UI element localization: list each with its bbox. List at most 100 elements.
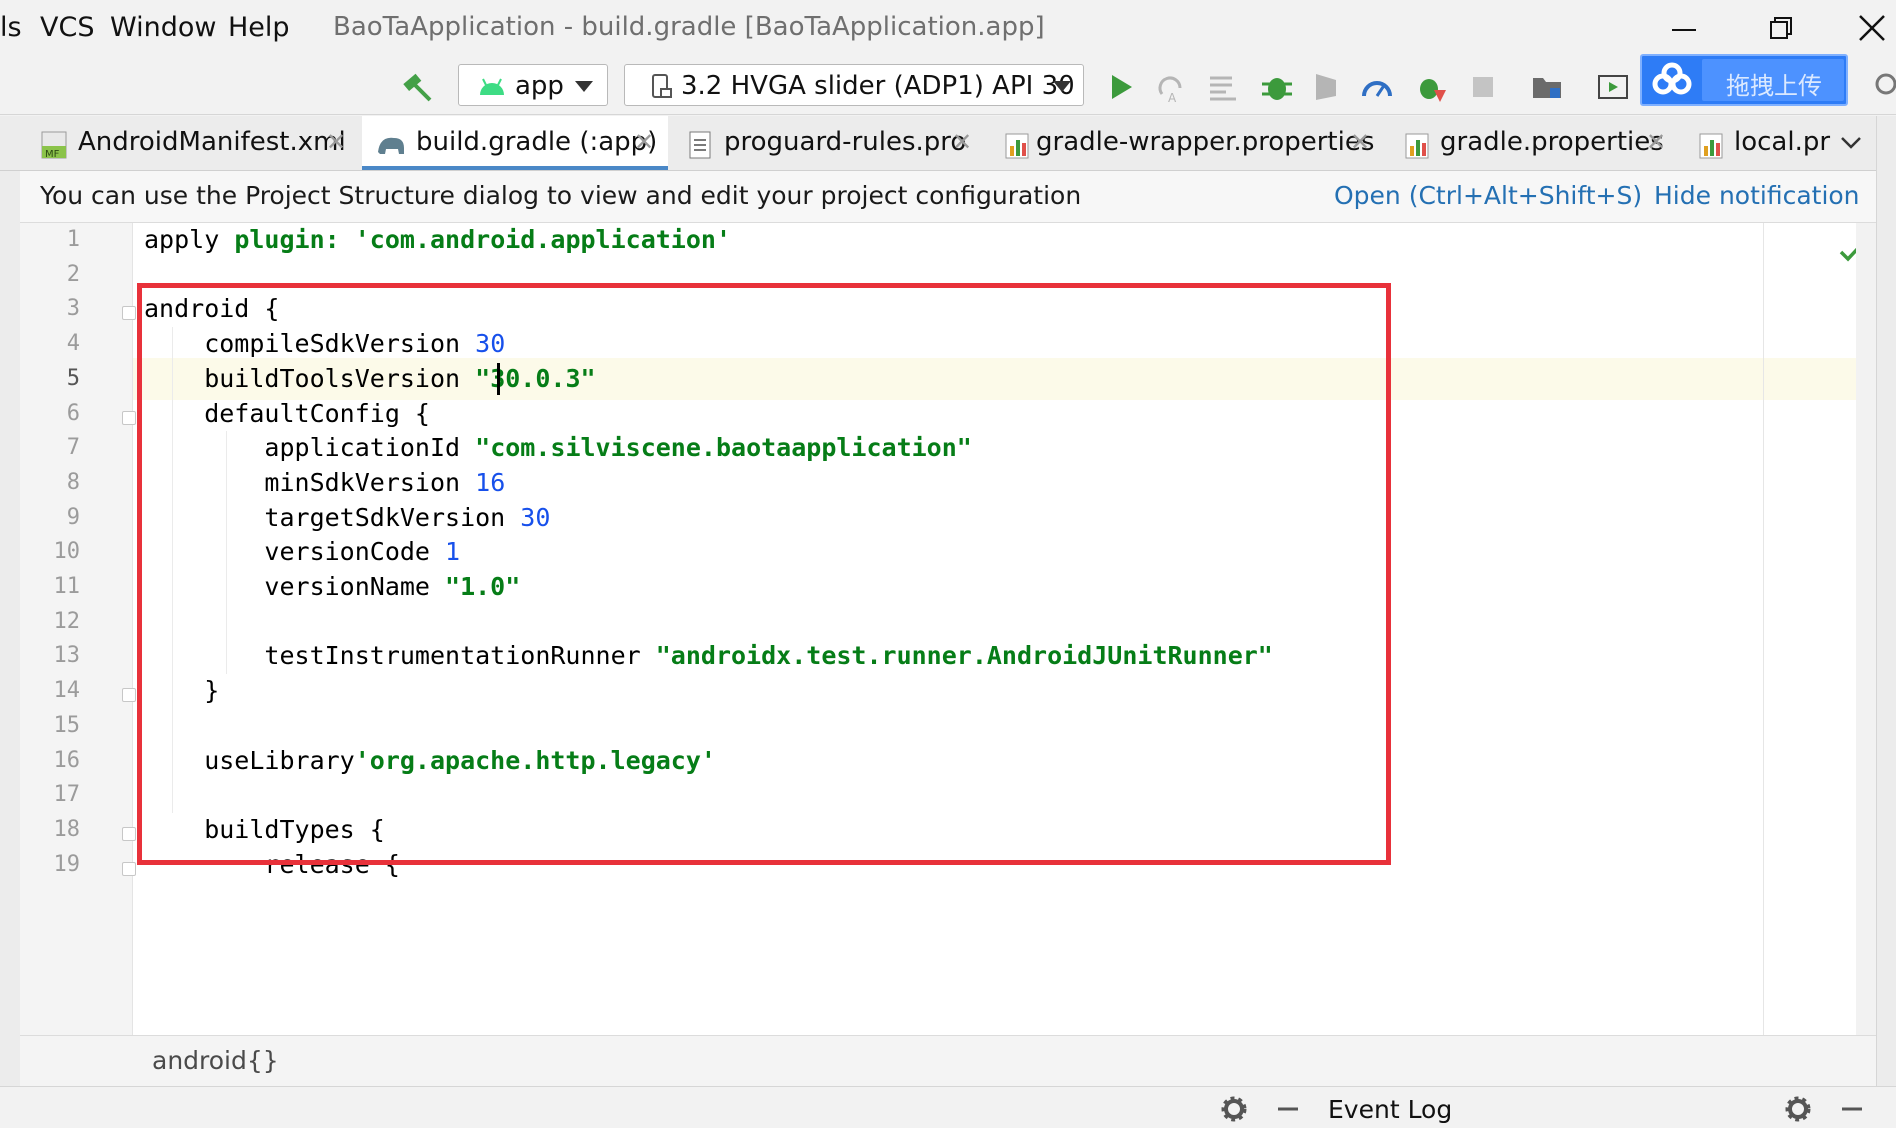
stop-button[interactable] <box>1466 70 1500 104</box>
menu-tools[interactable]: ls <box>0 12 22 43</box>
line-number: 14 <box>53 678 81 704</box>
android-icon <box>480 78 504 95</box>
restore-button[interactable] <box>1760 10 1800 46</box>
apply-changes-button[interactable]: A <box>1154 70 1188 105</box>
minimize-icon <box>1672 29 1696 31</box>
close-tab-icon[interactable]: ✕ <box>634 128 654 156</box>
project-structure-button[interactable] <box>1530 70 1564 104</box>
close-tab-icon[interactable]: ✕ <box>1350 128 1370 156</box>
make-project-button[interactable] <box>400 70 434 104</box>
tab-build-gradle[interactable]: build.gradle (:app) ✕ <box>362 116 668 170</box>
minimize-panel-icon[interactable] <box>1274 1095 1302 1123</box>
line-number: 7 <box>66 435 80 461</box>
tab-label: proguard-rules.pro <box>724 127 967 157</box>
upload-widget[interactable]: 拖拽上传 <box>1640 54 1848 106</box>
apply-code-changes-button[interactable] <box>1206 70 1240 104</box>
tab-local-properties[interactable]: local.pr <box>1688 116 1838 170</box>
debug-button[interactable] <box>1260 70 1294 104</box>
line-number: 6 <box>66 400 80 426</box>
close-tab-icon[interactable]: ✕ <box>952 128 972 156</box>
hide-notification-link[interactable]: Hide notification <box>1654 181 1860 210</box>
breadcrumb-item[interactable]: android{} <box>152 1046 279 1075</box>
line-number: 3 <box>66 296 80 322</box>
line-number: 4 <box>66 331 80 357</box>
chevron-down-icon <box>575 81 593 92</box>
module-combo-label: app <box>515 71 564 101</box>
line-number: 9 <box>66 504 80 530</box>
code-named-arg: plugin: <box>234 225 355 254</box>
right-tool-strip <box>1876 116 1896 1086</box>
menu-bar: ls VCS Window Help BaoTaApplication - bu… <box>0 0 1896 56</box>
tab-overflow-button[interactable] <box>1836 128 1866 158</box>
tab-label: gradle.properties <box>1440 127 1664 157</box>
line-number: 12 <box>53 608 81 634</box>
device-combo-label: 3.2 HVGA slider (ADP1) API 30 <box>681 71 1075 101</box>
line-number-gutter[interactable]: 1 2 3 4 5 6 7 8 9 10 11 12 13 14 15 16 17 18 19 <box>20 223 133 1035</box>
menu-vcs[interactable]: VCS <box>40 12 94 43</box>
minimize-button[interactable] <box>1664 10 1704 46</box>
profile-button[interactable] <box>1360 70 1394 104</box>
left-tool-strip <box>0 116 21 1086</box>
line-number: 2 <box>66 261 80 287</box>
code-line: apply plugin: 'com.android.application' <box>144 223 731 261</box>
status-bar: Event Log <box>0 1086 1896 1128</box>
properties-file-icon <box>1005 133 1029 159</box>
restore-icon <box>1770 17 1792 39</box>
tab-label: gradle-wrapper.properties <box>1036 127 1375 157</box>
menu-window[interactable]: Window <box>110 12 216 43</box>
line-number: 10 <box>53 539 81 565</box>
annotation-highlight-box <box>137 283 1391 865</box>
stop-icon <box>1473 77 1493 97</box>
module-combo[interactable]: app <box>458 64 608 106</box>
close-icon <box>1859 15 1885 41</box>
code-text: apply <box>144 225 235 254</box>
minimize-panel-icon[interactable] <box>1838 1095 1866 1123</box>
close-tab-icon[interactable]: ✕ <box>1646 128 1666 156</box>
run-button[interactable] <box>1104 70 1138 104</box>
close-window-button[interactable] <box>1852 10 1892 46</box>
close-tab-icon[interactable]: ✕ <box>326 128 346 156</box>
chevron-down-icon <box>1841 137 1861 149</box>
event-log-label[interactable]: Event Log <box>1328 1095 1452 1124</box>
tab-label: build.gradle (:app) <box>416 127 658 157</box>
avd-manager-button[interactable] <box>1596 70 1630 104</box>
tab-gradle-properties[interactable]: gradle.properties ✕ <box>1392 116 1688 170</box>
properties-file-icon <box>1405 133 1429 159</box>
fold-marker[interactable] <box>122 826 136 841</box>
fold-marker[interactable] <box>122 306 136 321</box>
tab-proguard-rules[interactable]: proguard-rules.pro ✕ <box>672 116 982 170</box>
gradle-elephant-icon <box>378 137 404 154</box>
run-icon <box>1112 75 1132 99</box>
tab-label: local.pr <box>1734 127 1831 157</box>
upload-label: 拖拽上传 <box>1726 72 1822 100</box>
fold-marker[interactable] <box>122 688 136 703</box>
open-project-structure-link[interactable]: Open (Ctrl+Alt+Shift+S) <box>1334 181 1642 210</box>
device-icon <box>652 74 672 98</box>
gear-icon[interactable] <box>1784 1095 1812 1123</box>
coverage-button[interactable] <box>1310 70 1344 104</box>
line-number: 19 <box>53 851 81 877</box>
tab-gradle-wrapper-properties[interactable]: gradle-wrapper.properties ✕ <box>986 116 1392 170</box>
search-icon <box>1875 73 1896 95</box>
cloud-icon <box>1652 62 1692 95</box>
menu-help[interactable]: Help <box>228 12 290 43</box>
line-number: 5 <box>66 365 80 391</box>
attach-debugger-button[interactable] <box>1414 70 1448 104</box>
gauge-icon <box>1362 81 1392 97</box>
apply-code-changes-icon <box>1210 76 1236 101</box>
device-combo[interactable]: 3.2 HVGA slider (ADP1) API 30 <box>624 64 1084 106</box>
search-everywhere-button[interactable] <box>1870 70 1896 104</box>
tab-android-manifest[interactable]: MF AndroidManifest.xml ✕ <box>22 116 358 170</box>
gear-icon[interactable] <box>1220 1095 1248 1123</box>
right-margin-guide <box>1763 223 1764 1035</box>
window-title: BaoTaApplication - build.gradle [BaoTaAp… <box>333 12 1045 42</box>
line-number: 18 <box>53 816 81 842</box>
fold-marker[interactable] <box>122 861 136 876</box>
fold-marker[interactable] <box>122 410 136 425</box>
hammer-icon <box>403 73 432 102</box>
line-number: 17 <box>53 782 81 808</box>
code-string: 'com.android.application' <box>354 225 732 254</box>
apply-changes-icon: A <box>1158 76 1182 105</box>
no-problems-check-icon <box>1839 247 1856 262</box>
line-number: 1 <box>66 227 80 252</box>
